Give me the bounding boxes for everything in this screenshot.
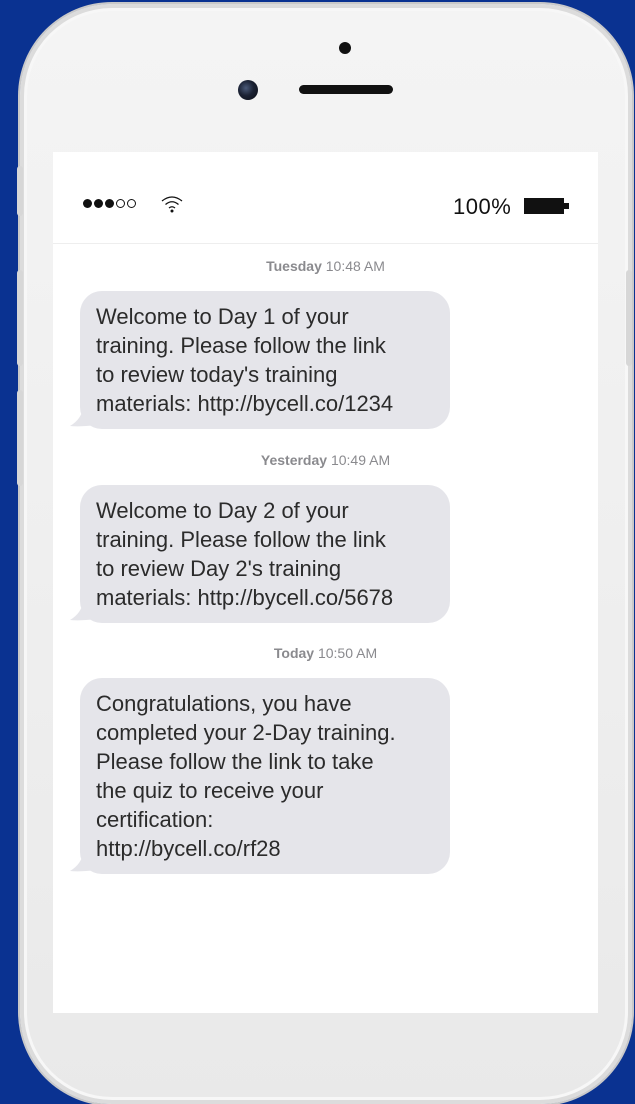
signal-dot	[83, 199, 92, 208]
message-bubble[interactable]: Congratulations, you have completed your…	[80, 678, 450, 874]
battery-tip	[564, 203, 569, 209]
earpiece-speaker	[299, 85, 393, 94]
timestamp-day: Tuesday	[266, 258, 322, 274]
timestamp-day: Today	[273, 645, 315, 661]
volume-up-button	[17, 270, 23, 366]
signal-dot	[127, 199, 136, 208]
signal-dot	[94, 199, 103, 208]
message-timestamp: Yesterday 10:49 AM	[53, 452, 598, 468]
battery-icon	[524, 198, 564, 214]
signal-icon	[83, 199, 136, 208]
signal-dot	[116, 199, 125, 208]
proximity-sensor	[339, 42, 351, 54]
mute-switch	[17, 166, 23, 216]
timestamp-day: Yesterday	[260, 452, 328, 468]
battery-percentage: 100%	[453, 194, 512, 219]
signal-dot	[105, 199, 114, 208]
status-bar: 100%	[53, 152, 598, 244]
timestamp-time: 10:49 AM	[330, 452, 391, 468]
timestamp-time: 10:50 AM	[317, 645, 378, 661]
timestamp-time: 10:48 AM	[325, 258, 385, 274]
message-timestamp: Tuesday 10:48 AM	[53, 258, 598, 274]
wifi-icon	[161, 196, 183, 213]
power-button	[626, 270, 632, 366]
phone-screen: 100% Tuesday 10:48 AM Welcome to Day 1 o…	[53, 152, 598, 1013]
volume-down-button	[17, 390, 23, 486]
message-bubble[interactable]: Welcome to Day 2 of your training. Pleas…	[80, 485, 450, 623]
message-timestamp: Today 10:50 AM	[53, 645, 598, 661]
message-bubble[interactable]: Welcome to Day 1 of your training. Pleas…	[80, 291, 450, 429]
front-camera	[238, 80, 258, 100]
